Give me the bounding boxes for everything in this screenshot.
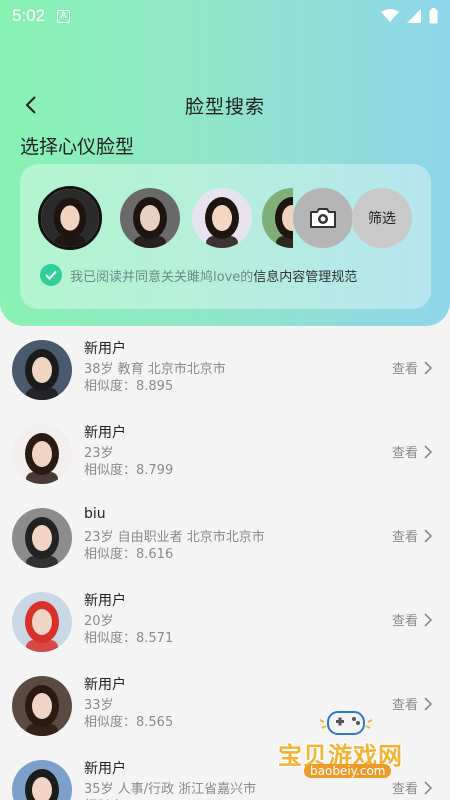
avatar[interactable] (12, 424, 72, 484)
user-row[interactable]: 新用户 38岁 教育 北京市北京市 相似度：8.895 查看 (0, 334, 450, 418)
view-label: 查看 (391, 614, 418, 629)
user-row[interactable]: biu 23岁 自由职业者 北京市北京市 相似度：8.616 查看 (0, 502, 450, 586)
view-button[interactable]: 查看 (392, 610, 432, 629)
chevron-right-icon (424, 528, 432, 543)
avatar[interactable] (12, 592, 72, 652)
face-option[interactable] (38, 186, 102, 250)
battery-icon (429, 8, 438, 24)
gamepad-icon (319, 711, 373, 735)
wifi-icon (381, 9, 399, 22)
avatar[interactable] (12, 340, 72, 400)
user-row[interactable]: 新用户 20岁 相似度：8.571 查看 (0, 586, 450, 670)
face-option[interactable] (262, 188, 293, 248)
user-similarity: 相似度：8.799 (84, 463, 174, 478)
nav-bar: 脸型搜索 (0, 86, 450, 126)
face-strip[interactable] (38, 186, 293, 250)
camera-button[interactable] (293, 188, 353, 248)
agreement-row: 我已阅读并同意关关雎鸠love的 信息内容管理规范 (40, 264, 357, 286)
section-title: 选择心仪脸型 (20, 136, 135, 158)
page-title: 脸型搜索 (184, 96, 265, 118)
user-row[interactable]: 新用户 23岁 相似度：8.799 查看 (0, 418, 450, 502)
status-time: 5:02 (12, 6, 46, 25)
watermark-url: baobeiy.com (304, 764, 392, 778)
face-option[interactable] (120, 188, 180, 248)
user-name: 新用户 (84, 425, 126, 441)
avatar[interactable] (12, 676, 72, 736)
user-name: 新用户 (84, 677, 126, 693)
user-similarity: 相似度：8.895 (84, 379, 174, 394)
view-label: 查看 (391, 362, 418, 377)
user-similarity: 相似度：8.542 (84, 795, 173, 800)
camera-icon (310, 208, 336, 228)
app-notification-icon: A (57, 9, 71, 23)
view-button[interactable]: 查看 (392, 358, 432, 377)
face-selector-card: 筛选 我已阅读并同意关关雎鸠love的 信息内容管理规范 (20, 164, 431, 309)
status-bar: 5:02 A (0, 0, 450, 32)
filter-button[interactable]: 筛选 (352, 188, 412, 248)
user-similarity: 相似度：8.616 (84, 547, 174, 562)
user-name: 新用户 (84, 761, 126, 777)
chevron-right-icon (424, 360, 432, 375)
user-similarity: 相似度：8.571 (84, 631, 174, 646)
chevron-right-icon (424, 612, 432, 627)
agree-checkbox[interactable] (40, 264, 62, 286)
agreement-text: 我已阅读并同意关关雎鸠love的 (70, 269, 254, 285)
view-label: 查看 (391, 530, 418, 545)
agreement-link[interactable]: 信息内容管理规范 (253, 266, 357, 285)
signal-icon (407, 9, 421, 23)
view-button[interactable]: 查看 (392, 442, 432, 461)
view-label: 查看 (391, 446, 418, 461)
chevron-right-icon (424, 444, 432, 459)
avatar[interactable] (12, 508, 72, 568)
face-option[interactable] (192, 188, 252, 248)
user-name: 新用户 (84, 341, 126, 357)
user-name: 新用户 (84, 593, 126, 609)
checkmark-icon (45, 270, 57, 280)
watermark: 宝贝游戏网 baobeiy.com (276, 706, 426, 786)
user-name: biu (84, 506, 106, 522)
user-similarity: 相似度：8.565 (84, 715, 174, 730)
view-button[interactable]: 查看 (392, 526, 432, 545)
avatar[interactable] (12, 760, 72, 800)
